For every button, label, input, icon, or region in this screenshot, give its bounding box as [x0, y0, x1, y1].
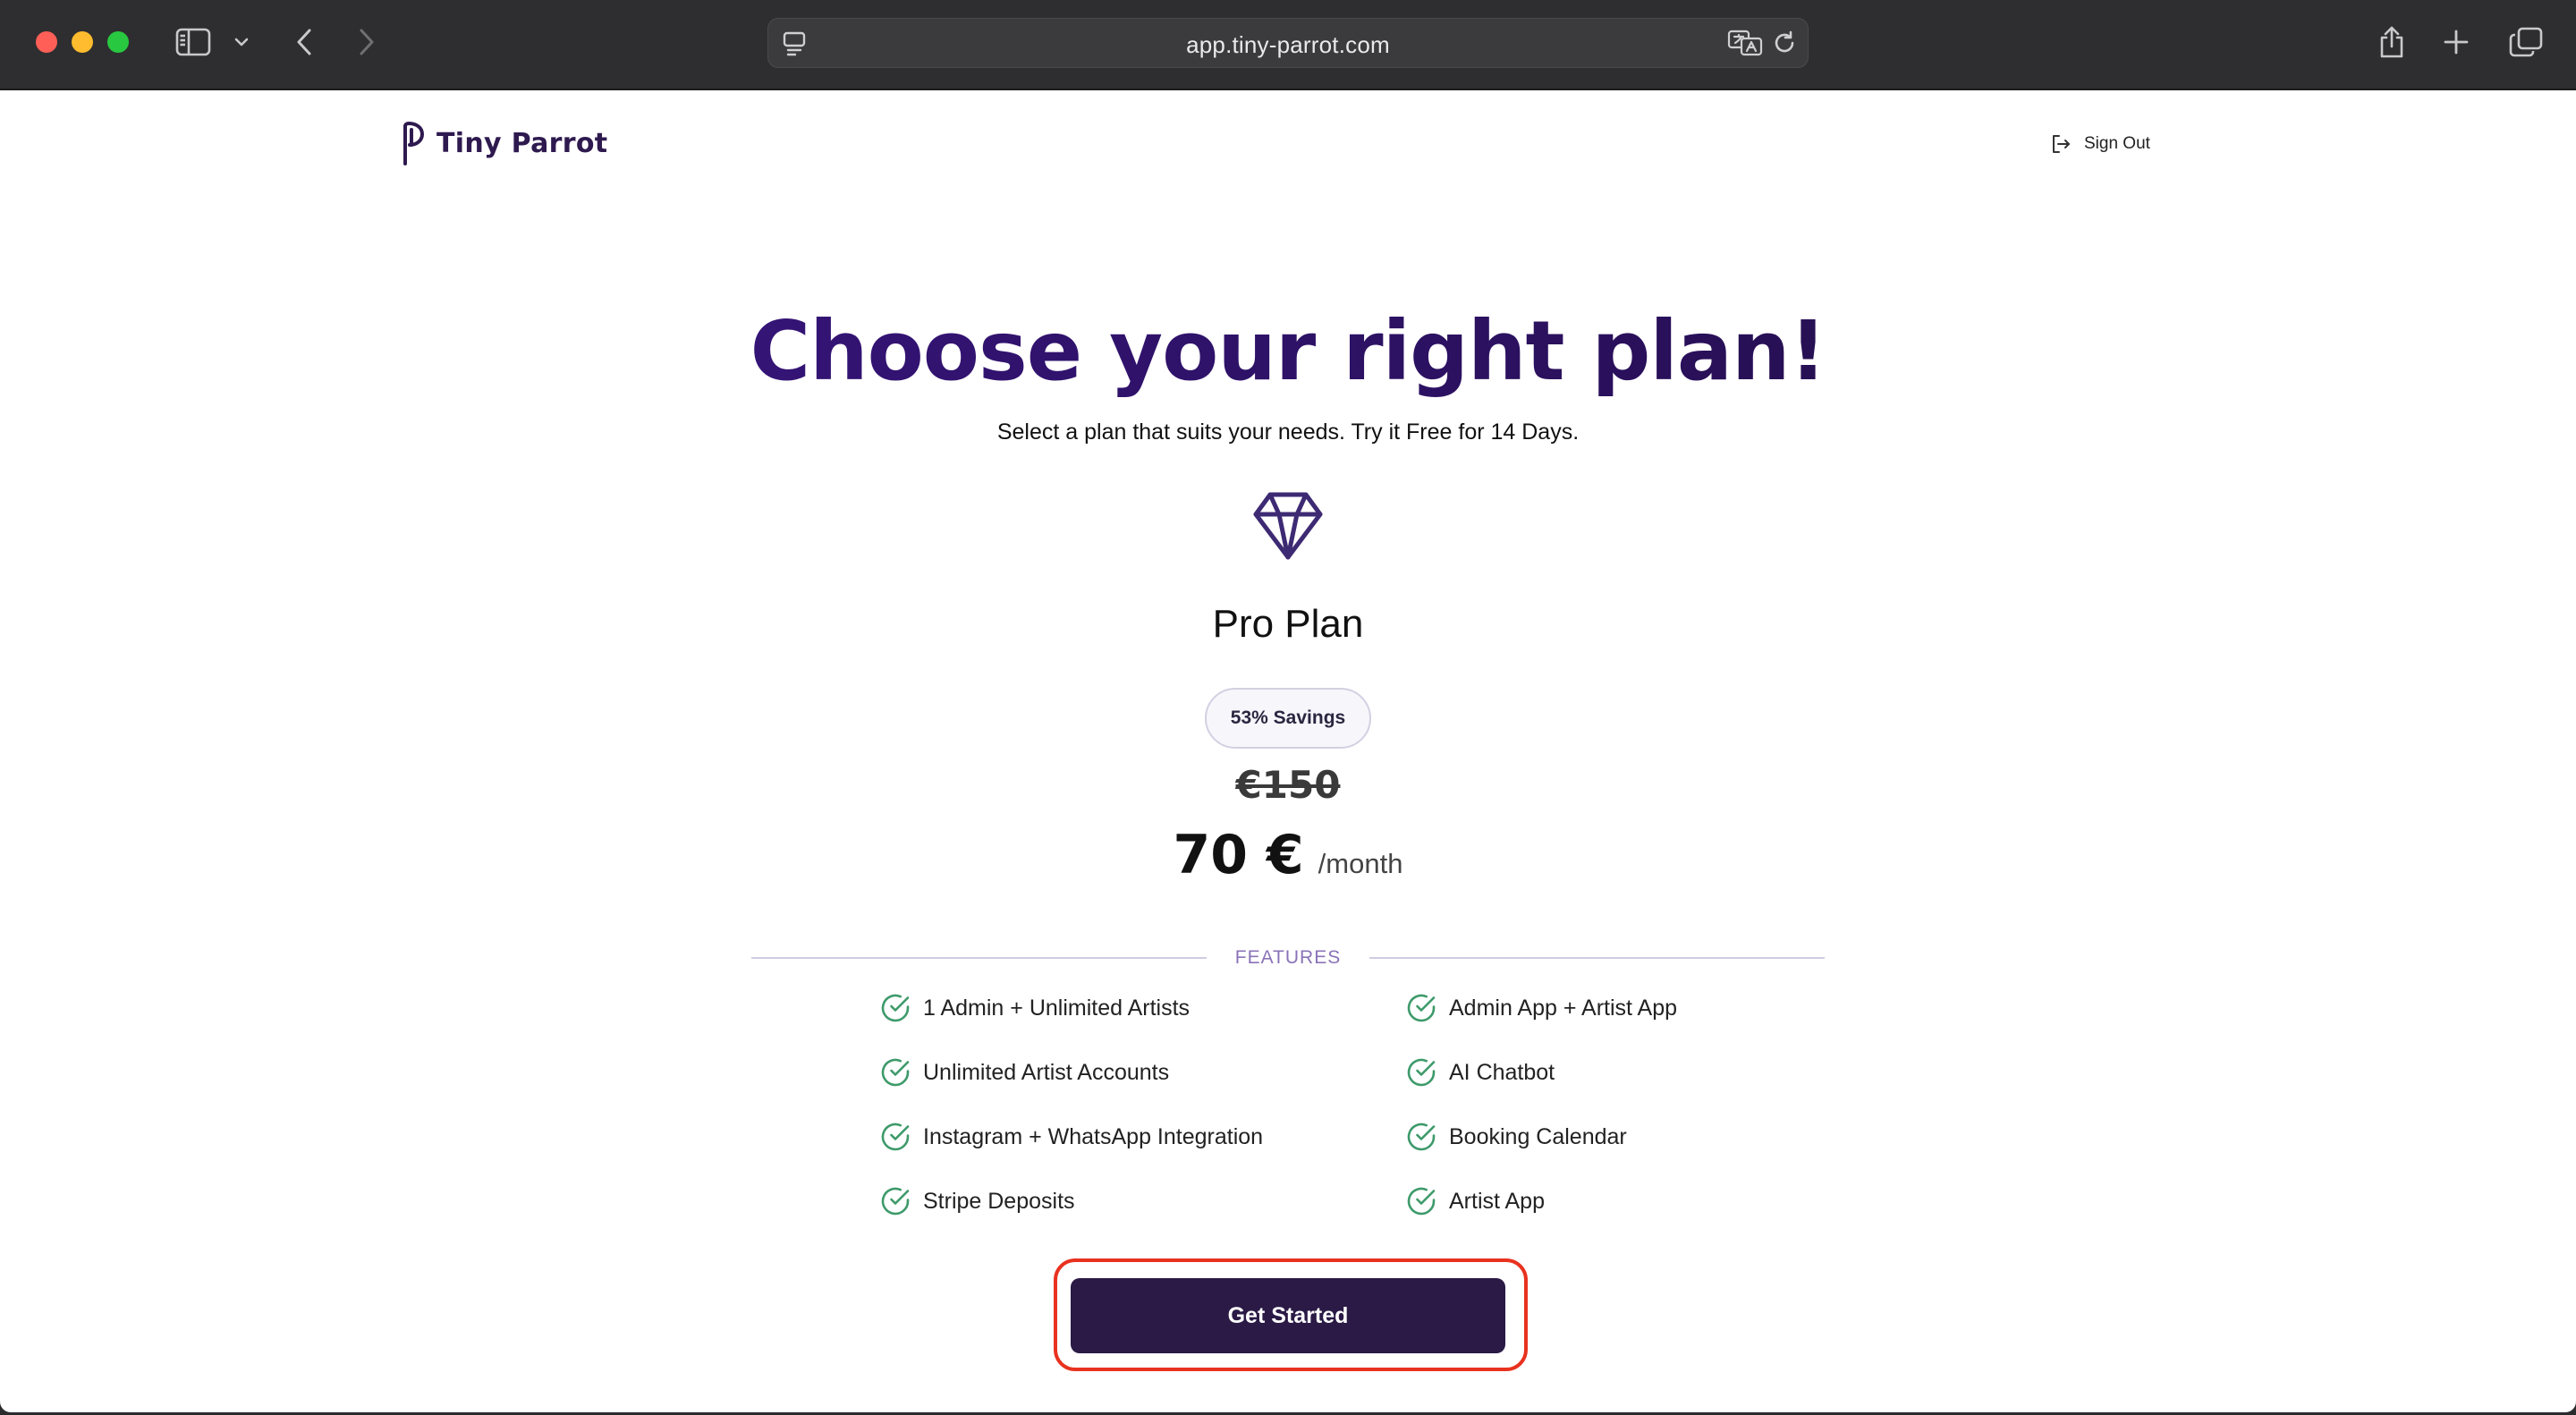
check-circle-icon	[1407, 994, 1436, 1022]
feature-item: Booking Calendar	[1406, 1119, 1627, 1155]
feature-item: Unlimited Artist Accounts	[880, 1055, 1169, 1090]
original-price: €150	[1235, 763, 1341, 807]
check-circle-icon	[1407, 1187, 1436, 1216]
tab-overview-icon[interactable]	[2504, 20, 2547, 64]
price-period: /month	[1318, 848, 1403, 879]
check-circle-icon	[881, 1187, 910, 1216]
chevron-left-icon[interactable]	[286, 20, 322, 64]
feature-label: Admin App + Artist App	[1449, 995, 1678, 1021]
price: 70 € /month	[0, 824, 2576, 886]
maximize-window-button[interactable]	[107, 31, 129, 53]
feature-item: Stripe Deposits	[880, 1183, 1075, 1219]
divider-line	[1369, 957, 1825, 959]
check-circle-icon	[1407, 1123, 1436, 1151]
price-amount: 70 €	[1173, 824, 1304, 886]
feature-label: Booking Calendar	[1449, 1123, 1627, 1149]
brand-logo[interactable]: Tiny Parrot	[399, 121, 607, 165]
feature-item: Instagram + WhatsApp Integration	[880, 1119, 1263, 1155]
address-bar[interactable]: app.tiny-parrot.com	[767, 18, 1809, 68]
plan-name: Pro Plan	[1212, 602, 1364, 646]
feature-label: Unlimited Artist Accounts	[923, 1059, 1170, 1085]
page-title: Choose your right plan!	[0, 303, 2576, 399]
sign-out-label: Sign Out	[2084, 134, 2150, 153]
check-circle-icon	[881, 1058, 910, 1087]
page-viewport: Tiny Parrot Sign Out Choose your right p…	[0, 90, 2576, 1412]
sign-out-button[interactable]: Sign Out	[2050, 131, 2150, 157]
parrot-logo-icon	[403, 122, 424, 165]
brand-name: Tiny Parrot	[436, 127, 608, 159]
features-heading: FEATURES	[1234, 947, 1342, 968]
feature-item: AI Chatbot	[1406, 1055, 1555, 1090]
check-circle-icon	[881, 994, 910, 1022]
feature-label: AI Chatbot	[1449, 1059, 1555, 1085]
share-icon[interactable]	[2372, 20, 2411, 64]
minimize-window-button[interactable]	[72, 31, 93, 53]
chevron-right-icon[interactable]	[349, 20, 385, 64]
get-started-button[interactable]: Get Started	[1071, 1278, 1505, 1353]
divider-line	[751, 957, 1207, 959]
browser-toolbar: app.tiny-parrot.com	[0, 0, 2576, 90]
feature-item: Admin App + Artist App	[1406, 990, 1677, 1026]
diamond-icon	[1253, 492, 1323, 560]
features-divider: FEATURES	[751, 947, 1825, 969]
feature-item: 1 Admin + Unlimited Artists	[880, 990, 1190, 1026]
url-text[interactable]: app.tiny-parrot.com	[768, 31, 1808, 59]
close-window-button[interactable]	[36, 31, 57, 53]
check-circle-icon	[881, 1123, 910, 1151]
reload-icon[interactable]	[1772, 30, 1797, 60]
feature-label: 1 Admin + Unlimited Artists	[923, 995, 1191, 1021]
feature-label: Artist App	[1449, 1188, 1545, 1214]
chevron-down-icon[interactable]	[229, 20, 254, 64]
sidebar-icon[interactable]	[172, 20, 215, 64]
translate-icon[interactable]	[1727, 30, 1763, 61]
savings-badge: 53% Savings	[1205, 688, 1371, 749]
sign-out-icon	[2053, 135, 2070, 153]
plus-icon[interactable]	[2436, 20, 2476, 64]
feature-label: Stripe Deposits	[923, 1188, 1075, 1214]
page-subtitle: Select a plan that suits your needs. Try…	[996, 419, 1580, 445]
feature-item: Artist App	[1406, 1183, 1545, 1219]
check-circle-icon	[1407, 1058, 1436, 1087]
feature-label: Instagram + WhatsApp Integration	[923, 1123, 1264, 1149]
